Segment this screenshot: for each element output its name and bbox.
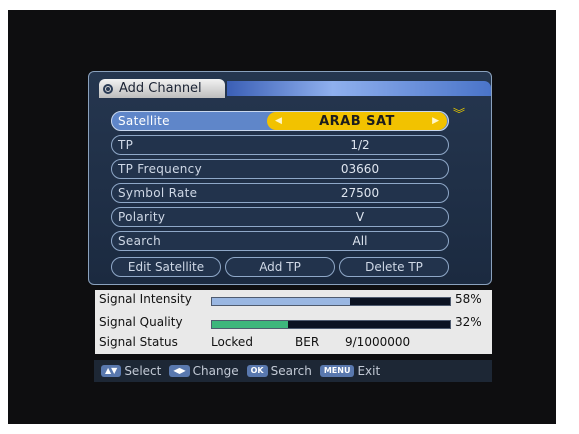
polarity-label: Polarity [118, 210, 166, 224]
ber-value: 9/1000000 [345, 335, 411, 349]
satellite-selector[interactable]: ◀ ARAB SAT ▶ [267, 112, 447, 130]
signal-status-label: Signal Status [99, 335, 178, 349]
help-change: Change [192, 364, 239, 378]
tp-frequency-row[interactable]: TP Frequency 03660 [111, 159, 449, 179]
symbol-rate-value: 27500 [340, 186, 380, 200]
satellite-label: Satellite [118, 114, 170, 128]
tp-frequency-label: TP Frequency [118, 162, 202, 176]
left-right-key-icon: ◀▶ [169, 365, 190, 377]
ok-key-icon: OK [246, 365, 268, 377]
delete-tp-button[interactable]: Delete TP [339, 257, 449, 277]
tp-value: 1/2 [350, 138, 370, 152]
menu-key-icon: MENU [319, 365, 355, 377]
left-arrow-icon[interactable]: ◀ [275, 116, 282, 126]
signal-intensity-bar [211, 297, 451, 306]
signal-intensity-fill [212, 298, 351, 305]
help-search: Search [270, 364, 312, 378]
add-tp-button[interactable]: Add TP [225, 257, 335, 277]
tp-frequency-value: 03660 [340, 162, 380, 176]
signal-intensity-row: Signal Intensity 58% [95, 292, 492, 310]
polarity-row[interactable]: Polarity V [111, 207, 449, 227]
chevron-down-icon: ︾ [453, 107, 466, 121]
dialog-title: Add Channel [119, 81, 202, 96]
up-down-key-icon: ▲▼ [101, 365, 122, 377]
signal-status-value: Locked [211, 335, 253, 349]
title-decoration [227, 81, 491, 96]
signal-panel: Signal Intensity 58% Signal Quality 32% … [95, 290, 492, 354]
signal-intensity-value: 58% [455, 292, 482, 306]
help-exit: Exit [357, 364, 381, 378]
help-bar: ▲▼ Select ◀▶ Change OK Search MENU Exit [94, 360, 492, 382]
ber-label: BER [295, 335, 320, 349]
tp-row[interactable]: TP 1/2 [111, 135, 449, 155]
tp-label: TP [118, 138, 134, 152]
edit-satellite-button[interactable]: Edit Satellite [111, 257, 221, 277]
search-value: All [352, 234, 368, 248]
right-arrow-icon[interactable]: ▶ [432, 116, 439, 126]
help-select: Select [124, 364, 162, 378]
dialog-title-bar: Add Channel [99, 79, 491, 98]
signal-intensity-label: Signal Intensity [99, 292, 192, 306]
signal-status-row: Signal Status Locked BER 9/1000000 [95, 335, 492, 353]
polarity-value: V [355, 210, 365, 224]
signal-quality-label: Signal Quality [99, 315, 183, 329]
symbol-rate-label: Symbol Rate [118, 186, 198, 200]
signal-quality-row: Signal Quality 32% [95, 315, 492, 333]
menu-bullet-icon [103, 83, 113, 94]
signal-quality-fill [212, 321, 289, 328]
search-label: Search [118, 234, 162, 248]
satellite-row[interactable]: Satellite ◀ ARAB SAT ▶ [111, 111, 449, 131]
symbol-rate-row[interactable]: Symbol Rate 27500 [111, 183, 449, 203]
dialog-title-tab: Add Channel [99, 79, 225, 98]
signal-quality-value: 32% [455, 315, 482, 329]
signal-quality-bar [211, 320, 451, 329]
search-row[interactable]: Search All [111, 231, 449, 251]
satellite-value: ARAB SAT [319, 113, 395, 129]
